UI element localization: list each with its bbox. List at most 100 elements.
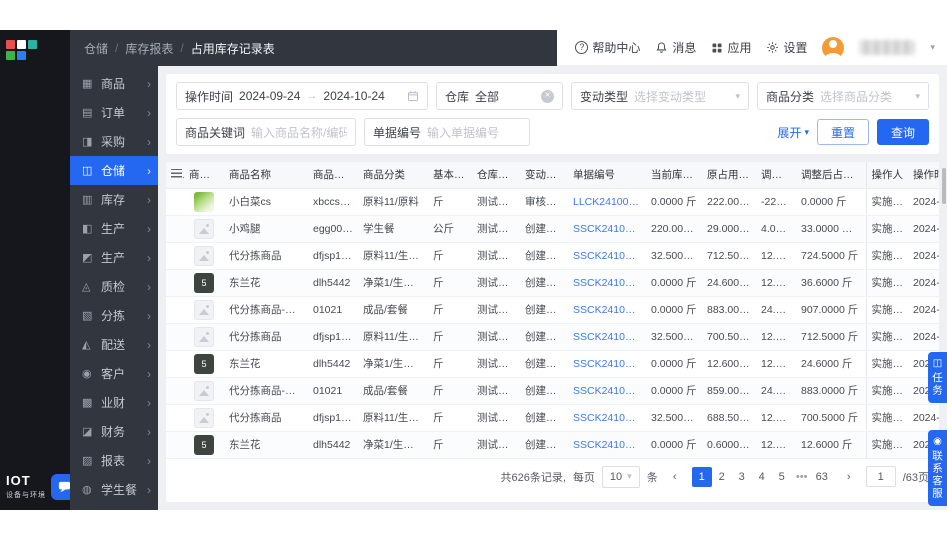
settings-button[interactable]: 设置 xyxy=(766,39,807,56)
per-page-select[interactable]: 10 ▾ xyxy=(601,465,640,488)
change-type-cell: 创建销售出库 xyxy=(520,242,568,270)
table-row[interactable]: 5 东兰花 dlh5442 净菜1/生鲜shu菜类... 斤 测试仓库5 创建销… xyxy=(166,269,939,297)
sidebar-item-质检[interactable]: ◬ 质检 › xyxy=(70,272,158,301)
product-image-cell xyxy=(184,323,224,351)
doc-no-link[interactable]: SSCK24101200002 xyxy=(568,404,646,432)
doc-no-link[interactable]: LLCK24100300001 xyxy=(568,188,646,216)
sidebar-item-配送[interactable]: ◭ 配送 › xyxy=(70,330,158,359)
doc-no-link[interactable]: SSCK24101200003 xyxy=(568,269,646,297)
left-rail: IOT 设备与环境 xyxy=(0,30,77,510)
sidebar-item-报表[interactable]: ▨ 报表 › xyxy=(70,446,158,475)
category-select[interactable]: 商品分类 选择商品分类 ▾ xyxy=(757,82,929,110)
end-date-value[interactable]: 2024-10-24 xyxy=(323,89,384,103)
column-header-操作时间: 操作时间 xyxy=(908,162,939,189)
table-row[interactable]: 小白菜cs xbccs5869 原料11/原料 斤 测试仓库5 审核领料出库 L… xyxy=(166,188,939,216)
change-type-select[interactable]: 变动类型 选择变动类型 ▾ xyxy=(571,82,749,110)
sidebar-item-客户[interactable]: ◉ 客户 › xyxy=(70,359,158,388)
doc-no-link[interactable]: SSCK24102200001 xyxy=(568,215,646,243)
contact-service-float-button[interactable]: ◉ 联系客服 xyxy=(928,430,947,506)
avatar[interactable] xyxy=(822,36,845,59)
date-range-field[interactable]: 操作时间 2024-09-24 → 2024-10-24 xyxy=(176,82,428,110)
page-button-2[interactable]: 2 xyxy=(712,467,732,487)
sidebar-item-库存[interactable]: ▥ 库存 › xyxy=(70,185,158,214)
breadcrumb-item-2[interactable]: 库存报表 xyxy=(125,40,173,57)
task-float-button[interactable]: ◫ 任务 xyxy=(928,352,947,403)
doc-no-link[interactable]: SSCK24101200003 xyxy=(568,323,646,351)
chevron-right-icon: › xyxy=(147,250,151,265)
reset-button[interactable]: 重置 xyxy=(816,119,869,145)
sidebar-item-生产[interactable]: ◧ 生产 › xyxy=(70,214,158,243)
op-time-cell: 2024-10-1 xyxy=(908,242,939,270)
table-row[interactable]: 代分拣商品 dfjsp1607 原料11/生鲜类 斤 测试仓库5 创建销售出库 … xyxy=(166,323,939,351)
table-row[interactable]: 5 东兰花 dlh5442 净菜1/生鲜shu菜类... 斤 测试仓库5 创建销… xyxy=(166,350,939,378)
brand-area: IOT 设备与环境 xyxy=(0,467,77,510)
category-cell: 原料11/生鲜类 xyxy=(358,323,428,351)
table-scroll-area[interactable]: 商品图片商品名称商品编码商品分类基本单位仓库名称变动类型单据编号当前库存数原占用… xyxy=(166,162,939,459)
breadcrumb-item-1[interactable]: 仓储 xyxy=(84,40,108,57)
page-button-63[interactable]: 63 xyxy=(812,467,832,487)
page-button-5[interactable]: 5 xyxy=(772,467,792,487)
product-code-cell: egg0001 xyxy=(308,215,358,243)
sidebar-item-商品[interactable]: ▦ 商品 › xyxy=(70,69,158,98)
table-panel: 商品图片商品名称商品编码商品分类基本单位仓库名称变动类型单据编号当前库存数原占用… xyxy=(166,162,939,502)
page-button-1[interactable]: 1 xyxy=(691,466,712,487)
table-row[interactable]: 代分拣商品 dfjsp1607 原料11/生鲜类 斤 测试仓库5 创建销售出库 … xyxy=(166,242,939,270)
help-center-button[interactable]: ? 帮助中心 xyxy=(575,39,640,56)
doc-no-link[interactable]: SSCK24101200003 xyxy=(568,296,646,324)
doc-no-link[interactable]: SSCK24101200004 xyxy=(568,242,646,270)
row-settings-cell xyxy=(166,242,184,270)
page-buttons: 1 2 3 4 5 ••• 63 xyxy=(691,466,832,487)
doc-no-placeholder: 输入单据编号 xyxy=(427,125,500,140)
report-icon: ▨ xyxy=(82,455,93,467)
sidebar-item-采购[interactable]: ◨ 采购 › xyxy=(70,127,158,156)
column-settings-icon[interactable] xyxy=(171,168,182,178)
current-qty-cell: 32.5000 斤 xyxy=(646,404,702,432)
vertical-scrollbar-thumb[interactable] xyxy=(942,168,946,204)
category-label: 商品分类 xyxy=(766,89,815,104)
warehouse-select[interactable]: 仓库 全部 × xyxy=(436,82,563,110)
chevron-down-icon: ▾ xyxy=(627,471,632,481)
doc-no-input[interactable]: 单据编号 输入单据编号 xyxy=(364,118,530,146)
per-page-unit: 条 xyxy=(646,471,658,484)
table-row[interactable]: 代分拣商品-单位换算 01021 成品/套餐 斤 测试仓库5 创建销售出库 SS… xyxy=(166,296,939,324)
messages-button[interactable]: 消息 xyxy=(655,39,696,56)
next-page-button[interactable]: › xyxy=(839,467,859,487)
user-name-blurred[interactable] xyxy=(859,40,916,55)
search-button[interactable]: 查询 xyxy=(876,119,929,145)
start-date-value[interactable]: 2024-09-24 xyxy=(239,89,300,103)
sidebar-item-仓储[interactable]: ◫ 仓储 › xyxy=(70,156,158,185)
expand-button[interactable]: 展开 ▾ xyxy=(777,124,809,141)
page-button-4[interactable]: 4 xyxy=(752,467,772,487)
table-row[interactable]: 小鸡腿 egg0001 学生餐 公斤 测试仓库5 创建销售出库 SSCK2410… xyxy=(166,215,939,243)
gear-icon xyxy=(767,42,779,53)
keyword-input[interactable]: 商品关键词 输入商品名称/编码 xyxy=(176,118,356,146)
change-type-cell: 创建销售出库 xyxy=(520,296,568,324)
clear-icon[interactable]: × xyxy=(541,89,554,103)
change-type-cell: 创建销售出库 xyxy=(520,350,568,378)
prev-page-button[interactable]: ‹ xyxy=(665,467,685,487)
change-type-cell: 创建销售出库 xyxy=(520,215,568,243)
page-button-3[interactable]: 3 xyxy=(732,467,752,487)
warehouse-label: 仓库 xyxy=(445,89,470,104)
sidebar-item-分拣[interactable]: ▧ 分拣 › xyxy=(70,301,158,330)
doc-no-link[interactable]: SSCK24101200001 xyxy=(568,431,646,459)
warehouse-cell: 测试仓库5 xyxy=(472,296,520,324)
sidebar-item-业财[interactable]: ▩ 业财 › xyxy=(70,388,158,417)
sidebar-item-财务[interactable]: ◪ 财务 › xyxy=(70,417,158,446)
sidebar-item-生产[interactable]: ◩ 生产 › xyxy=(70,243,158,272)
current-qty-cell: 0.0000 斤 xyxy=(646,350,702,378)
sidebar-item-学生餐[interactable]: ◍ 学生餐 › xyxy=(70,475,158,504)
row-settings-cell xyxy=(166,404,184,432)
doc-no-link[interactable]: SSCK24101200002 xyxy=(568,350,646,378)
apps-button[interactable]: 应用 xyxy=(711,39,751,56)
table-row[interactable]: 代分拣商品 dfjsp1607 原料11/生鲜类 斤 测试仓库5 创建销售出库 … xyxy=(166,404,939,432)
table-row[interactable]: 代分拣商品-单位换算 01021 成品/套餐 斤 测试仓库5 创建销售出库 SS… xyxy=(166,377,939,405)
doc-no-link[interactable]: SSCK24101200002 xyxy=(568,377,646,405)
page-jump-input[interactable] xyxy=(865,466,896,487)
table-row[interactable]: 5 东兰花 dlh5442 净菜1/生鲜shu菜类... 斤 测试仓库5 创建销… xyxy=(166,431,939,459)
sidebar-item-订单[interactable]: ▤ 订单 › xyxy=(70,98,158,127)
adjust-qty-cell: 12.0000 斤 xyxy=(756,350,796,378)
operator-cell: 实施02 xyxy=(865,377,908,405)
product-code-cell: dfjsp1607 xyxy=(308,242,358,270)
keyword-placeholder: 输入商品名称/编码 xyxy=(251,125,347,140)
